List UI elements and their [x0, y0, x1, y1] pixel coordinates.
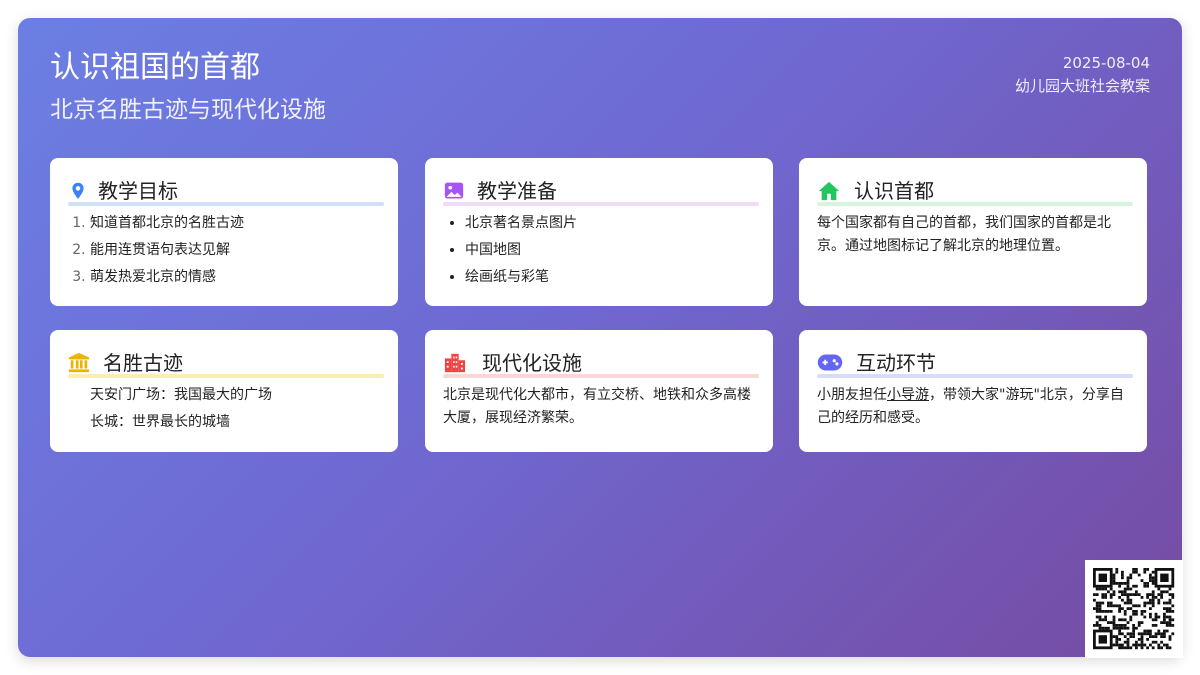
slide: 认识祖国的首都 北京名胜古迹与现代化设施 2025-08-04 幼儿园大班社会教… [18, 18, 1182, 657]
city-icon [444, 353, 466, 373]
card-body: 北京是现代化大都市，有立交桥、地铁和众多高楼大厦，展现经济繁荣。 [443, 384, 759, 430]
header-meta: 2025-08-04 幼儿园大班社会教案 [1015, 52, 1150, 98]
list-item: 长城：世界最长的城墙 [90, 414, 230, 430]
card-body: 小朋友担任小导游，带领大家"游玩"北京，分享自己的经历和感受。 [817, 384, 1133, 430]
title-underline [443, 202, 759, 206]
prep-list: 北京著名景点图片 中国地图 绘画纸与彩笔 [443, 210, 759, 291]
title-underline [443, 374, 759, 378]
card-teaching-goals: 教学目标 知道首都北京的名胜古迹 能用连贯语句表达见解 萌发热爱北京的情感 [50, 158, 398, 306]
card-title: 教学目标 [98, 179, 178, 203]
map-pin-icon [72, 182, 84, 199]
title-underline [817, 374, 1133, 378]
title-underline [817, 202, 1133, 206]
card-body: 北京著名景点图片 中国地图 绘画纸与彩笔 [443, 210, 759, 291]
goals-list: 知道首都北京的名胜古迹 能用连贯语句表达见解 萌发热爱北京的情感 [68, 210, 384, 291]
card-title: 教学准备 [477, 179, 557, 203]
card-text: 每个国家都有自己的首都，我们国家的首都是北京。通过地图标记了解北京的地理位置。 [817, 215, 1111, 254]
list-item: 北京著名景点图片 [465, 210, 759, 237]
card-header: 认识首都 [817, 178, 1133, 206]
title-underline [68, 374, 384, 378]
card-header: 教学准备 [443, 178, 759, 206]
list-item: 萌发热爱北京的情感 [90, 264, 384, 291]
title-underline [68, 202, 384, 206]
card-header: 现代化设施 [443, 350, 759, 378]
card-header: 教学目标 [68, 178, 384, 206]
card-modern-facilities: 现代化设施 北京是现代化大都市，有立交桥、地铁和众多高楼大厦，展现经济繁荣。 [425, 330, 773, 452]
home-icon [818, 181, 840, 201]
card-historic-sites: 名胜古迹 天安门广场：我国最大的广场 长城：世界最长的城墙 [50, 330, 398, 452]
gamepad-icon [817, 354, 843, 371]
list-item: 绘画纸与彩笔 [465, 264, 759, 291]
page-title: 认识祖国的首都 [50, 50, 260, 85]
card-text: 小朋友担任小导游，带领大家"游玩"北京，分享自己的经历和感受。 [817, 384, 1133, 430]
image-icon [444, 182, 464, 199]
page-subtitle: 北京名胜古迹与现代化设施 [50, 97, 326, 123]
list-item: 天安门广场：我国最大的广场 [90, 387, 272, 403]
list-item: 知道首都北京的名胜古迹 [90, 210, 384, 237]
tour-guide-link[interactable]: 小导游 [887, 387, 929, 403]
card-title: 名胜古迹 [103, 351, 183, 375]
date-label: 2025-08-04 [1062, 54, 1150, 72]
card-body: 知道首都北京的名胜古迹 能用连贯语句表达见解 萌发热爱北京的情感 [68, 210, 384, 291]
card-body: 每个国家都有自己的首都，我们国家的首都是北京。通过地图标记了解北京的地理位置。 [817, 212, 1133, 258]
text-segment: 小朋友担任 [817, 387, 887, 403]
list-item: 能用连贯语句表达见解 [90, 237, 384, 264]
qr-code-graphic [1093, 568, 1175, 650]
card-title: 互动环节 [856, 351, 936, 375]
card-teaching-prep: 教学准备 北京著名景点图片 中国地图 绘画纸与彩笔 [425, 158, 773, 306]
card-title: 认识首都 [854, 179, 934, 203]
card-know-capital: 认识首都 每个国家都有自己的首都，我们国家的首都是北京。通过地图标记了解北京的地… [799, 158, 1147, 306]
card-header: 互动环节 [817, 350, 1133, 378]
landmark-icon [68, 352, 90, 373]
card-body: 天安门广场：我国最大的广场 长城：世界最长的城墙 [68, 382, 384, 436]
list-item: 中国地图 [465, 237, 759, 264]
card-title: 现代化设施 [482, 351, 582, 375]
card-text: 北京是现代化大都市，有立交桥、地铁和众多高楼大厦，展现经济繁荣。 [443, 387, 751, 426]
course-label: 幼儿园大班社会教案 [1014, 77, 1150, 95]
card-header: 名胜古迹 [68, 350, 384, 378]
card-interactive-session: 互动环节 小朋友担任小导游，带领大家"游玩"北京，分享自己的经历和感受。 [799, 330, 1147, 452]
qr-code [1085, 560, 1183, 658]
